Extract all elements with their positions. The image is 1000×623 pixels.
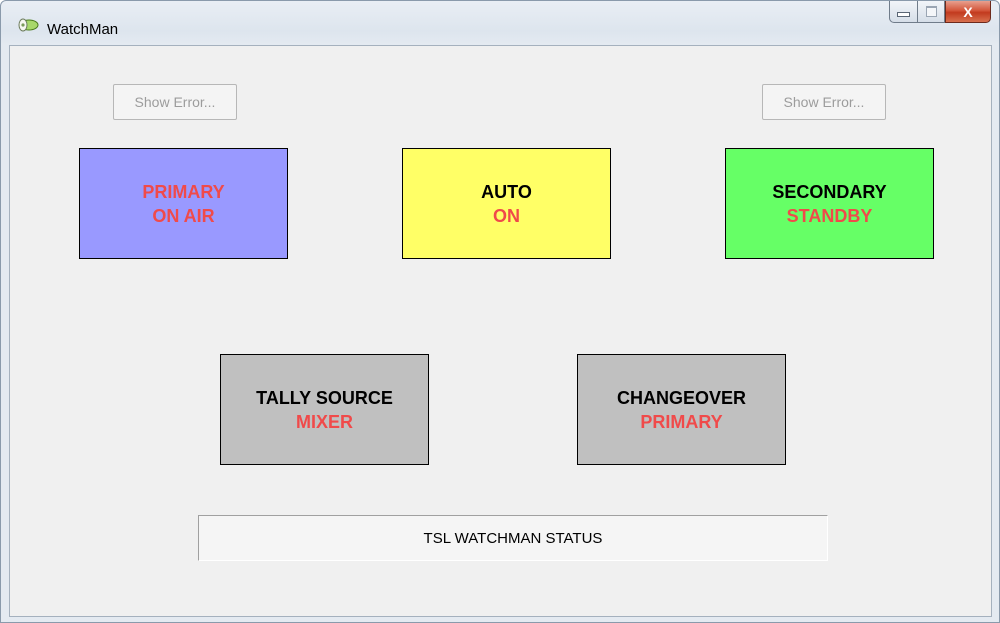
changeover-value: PRIMARY	[640, 411, 723, 432]
close-button[interactable]: X	[945, 1, 991, 23]
tally-source-value: MIXER	[295, 411, 353, 432]
show-error-button-left[interactable]: Show Error...	[113, 84, 237, 120]
watchman-window: WatchMan X Show Error... Show Error... P…	[0, 0, 1000, 623]
window-title: WatchMan	[47, 21, 119, 38]
show-error-button-right[interactable]: Show Error...	[762, 84, 886, 120]
changeover-box[interactable]: CHANGEOVER PRIMARY	[577, 354, 786, 465]
primary-value: ON AIR	[152, 205, 215, 226]
caption-buttons: X	[889, 1, 991, 23]
tally-source-title: TALLY SOURCE	[256, 387, 393, 408]
close-icon: X	[963, 3, 973, 20]
primary-status-box[interactable]: PRIMARY ON AIR	[79, 148, 288, 259]
client-area: Show Error... Show Error... PRIMARY ON A…	[9, 45, 992, 617]
maximize-button[interactable]	[917, 1, 945, 23]
minimize-icon	[897, 12, 910, 17]
minimize-button[interactable]	[889, 1, 917, 23]
auto-value: ON	[493, 205, 520, 226]
secondary-title: SECONDARY	[772, 181, 887, 202]
tally-source-box[interactable]: TALLY SOURCE MIXER	[220, 354, 429, 465]
watchman-app-icon	[18, 18, 39, 32]
secondary-status-box[interactable]: SECONDARY STANDBY	[725, 148, 934, 259]
primary-title: PRIMARY	[142, 181, 225, 202]
title-bar[interactable]: WatchMan X	[1, 1, 999, 45]
secondary-value: STANDBY	[786, 205, 873, 226]
changeover-title: CHANGEOVER	[616, 387, 746, 408]
auto-title: AUTO	[481, 181, 532, 202]
auto-status-box[interactable]: AUTO ON	[402, 148, 611, 259]
status-bar: TSL WATCHMAN STATUS	[198, 515, 828, 561]
maximize-icon	[925, 6, 937, 17]
